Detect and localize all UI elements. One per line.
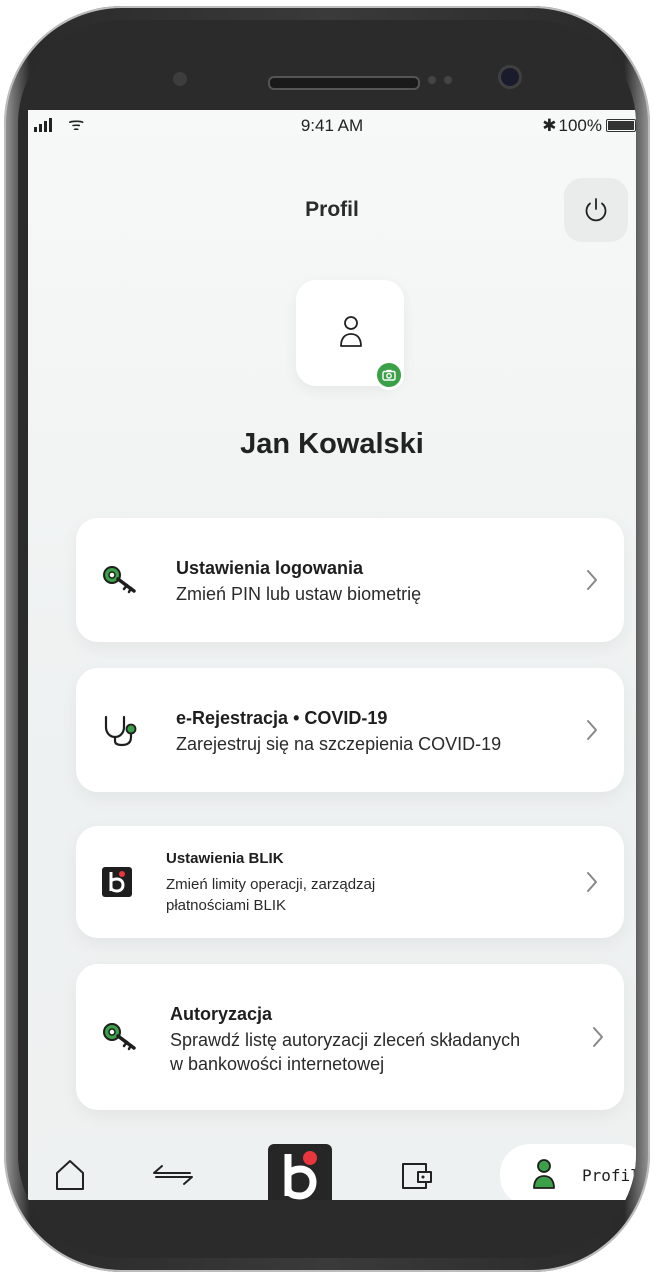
card-subtitle: Zmień PIN lub ustaw biometrię [176,584,422,604]
profile-icon [533,1159,555,1189]
bluetooth-icon: ✱ [542,116,557,135]
key-icon [103,1023,136,1051]
transfer-icon[interactable] [152,1164,194,1186]
card-title: Ustawienia logowania [176,558,364,578]
card-subtitle-line2: w bankowości internetowej [170,1054,385,1074]
logout-button[interactable] [564,178,628,242]
authorization-card[interactable]: Autoryzacja Sprawdź listę autoryzacji zl… [76,964,624,1110]
stethoscope-icon [104,715,137,747]
phone-frame: ᯤ 9:41 AM ✱ 100% Profil Jan Kowalski Ust… [4,6,650,1272]
blik-icon [102,867,132,897]
card-subtitle: Zarejestruj się na szczepienia COVID-19 [176,734,502,754]
card-subtitle-line1: Zmień limity operacji, zarządzaj [166,876,376,893]
battery-icon [606,119,636,132]
chevron-right-icon [587,720,597,740]
bottom-nav: Profil [28,1130,636,1200]
card-subtitle-line2: płatnościami BLIK [166,897,287,914]
user-name: Jan Kowalski [240,428,424,460]
home-icon[interactable] [54,1158,86,1192]
app-screen: ᯤ 9:41 AM ✱ 100% Profil Jan Kowalski Ust… [28,110,636,1200]
proximity-sensor-2 [444,76,452,84]
chevron-right-icon [587,570,597,590]
login-settings-card[interactable]: Ustawienia logowania Zmień PIN lub ustaw… [76,518,624,642]
battery-percent: 100% [558,116,602,135]
covid-registration-card[interactable]: e-Rejestracja • COVID-19 Zarejestruj się… [76,668,624,792]
card-title: Autoryzacja [170,1004,273,1024]
chevron-right-icon [587,872,597,892]
change-photo-button[interactable] [374,360,404,390]
status-bar: ᯤ 9:41 AM ✱ 100% [28,110,636,146]
camera-icon [382,369,396,381]
earpiece-speaker [268,76,420,90]
key-icon [103,566,136,594]
card-title: Ustawienia BLIK [166,850,284,867]
blik-nav-button[interactable] [268,1144,332,1200]
wallet-icon[interactable] [400,1160,434,1190]
page-title: Profil [305,198,359,221]
phone-bezel: ᯤ 9:41 AM ✱ 100% Profil Jan Kowalski Ust… [18,20,636,1258]
front-camera [501,68,519,86]
power-icon [585,198,607,222]
card-title: e-Rejestracja • COVID-19 [176,708,388,728]
profile-nav-button[interactable]: Profil [500,1144,636,1200]
chevron-right-icon [593,1027,603,1047]
blik-settings-card[interactable]: Ustawienia BLIK Zmień limity operacji, z… [76,826,624,938]
status-right: ✱ 100% [542,116,602,136]
front-sensor-dot [173,72,187,86]
blik-icon [284,1151,317,1200]
person-icon [340,316,362,347]
proximity-sensor [428,76,436,84]
nav-label-profil: Profil [582,1166,636,1185]
avatar[interactable] [296,280,404,390]
card-subtitle-line1: Sprawdź listę autoryzacji zleceń składan… [170,1030,521,1050]
